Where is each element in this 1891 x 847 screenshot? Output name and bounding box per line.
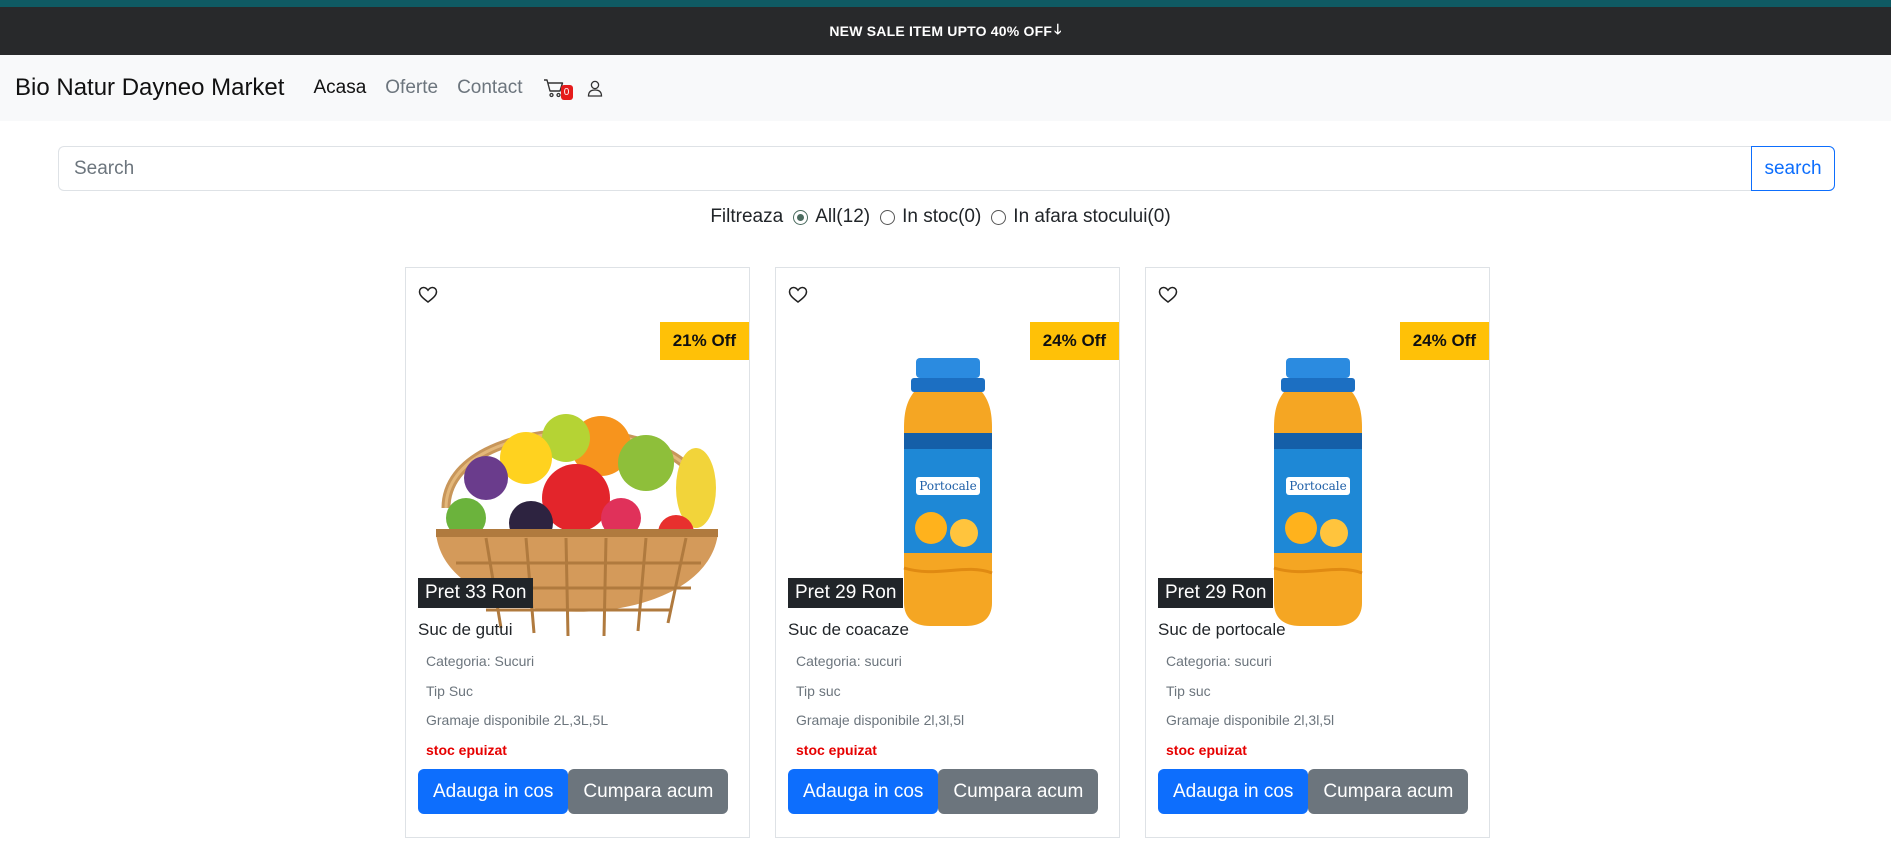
heart-icon[interactable] — [1158, 286, 1178, 309]
filter-option-label: In stoc(0) — [902, 206, 982, 227]
product-category: Categoria: sucuri — [1166, 653, 1272, 669]
product-name[interactable]: Suc de coacaze — [788, 620, 909, 640]
product-type: Tip suc — [1166, 683, 1211, 699]
card-actions: Adauga in cos Cumpara acum — [1158, 769, 1469, 814]
product-card: Portocale 24% Off Pret 29 Ron Suc de coa… — [775, 267, 1120, 838]
discount-badge: 24% Off — [1029, 322, 1119, 360]
card-actions: Adauga in cos Cumpara acum — [788, 769, 1099, 814]
cart-count-badge: 0 — [560, 85, 573, 100]
buy-now-button[interactable]: Cumpara acum — [568, 769, 729, 814]
search-button[interactable]: search — [1751, 146, 1835, 191]
product-category: Categoria: sucuri — [796, 653, 902, 669]
arrow-down-icon: 🡓 — [1054, 21, 1062, 37]
product-sizes: Gramaje disponibile 2l,3l,5l — [1166, 712, 1335, 728]
filter-label: Filtreaza — [710, 206, 784, 227]
card-actions: Adauga in cos Cumpara acum — [418, 769, 729, 814]
filter-option-out-of-stock[interactable]: In afara stocului(0) — [991, 206, 1171, 228]
bottle-label: Portocale — [919, 479, 976, 493]
stock-status: stoc epuizat — [796, 742, 877, 758]
top-accent-line — [0, 0, 1891, 7]
price-tag: Pret 29 Ron — [1158, 578, 1274, 608]
search-input[interactable] — [58, 146, 1751, 191]
bottle-label: Portocale — [1289, 479, 1346, 493]
product-card: 21% Off Pret 33 Ron Suc de gutui Categor… — [405, 267, 750, 838]
nav-link-contact[interactable]: Contact — [457, 77, 522, 99]
heart-icon[interactable] — [418, 286, 438, 309]
product-sizes: Gramaje disponibile 2l,3l,5l — [796, 712, 965, 728]
nav-link-acasa[interactable]: Acasa — [313, 77, 366, 99]
add-to-cart-button[interactable]: Adauga in cos — [788, 769, 939, 814]
product-card: Portocale 24% Off Pret 29 Ron Suc de por… — [1145, 267, 1490, 838]
filter-option-label: All(12) — [815, 206, 871, 227]
search-bar: search — [58, 146, 1835, 191]
filter-option-all[interactable]: All(12) — [793, 206, 870, 228]
user-account-button[interactable] — [587, 80, 603, 97]
product-sizes: Gramaje disponibile 2L,3L,5L — [426, 712, 609, 728]
discount-badge: 21% Off — [659, 322, 749, 360]
cart-button[interactable]: 0 — [543, 76, 573, 100]
brand-logo[interactable]: Bio Natur Dayneo Market — [15, 74, 284, 102]
filter-option-in-stock[interactable]: In stoc(0) — [880, 206, 981, 228]
discount-badge: 24% Off — [1399, 322, 1489, 360]
price-tag: Pret 33 Ron — [418, 578, 534, 608]
radio-in-stock[interactable] — [880, 209, 896, 225]
price-tag: Pret 29 Ron — [788, 578, 904, 608]
navbar: Bio Natur Dayneo Market Acasa Oferte Con… — [0, 55, 1891, 121]
add-to-cart-button[interactable]: Adauga in cos — [1158, 769, 1309, 814]
user-icon — [587, 80, 602, 97]
buy-now-button[interactable]: Cumpara acum — [1308, 769, 1469, 814]
product-type: Tip Suc — [426, 683, 473, 699]
product-name[interactable]: Suc de gutui — [418, 620, 513, 640]
radio-out-of-stock[interactable] — [991, 209, 1007, 225]
nav-link-oferte[interactable]: Oferte — [385, 77, 438, 99]
promo-banner: NEW SALE ITEM UPTO 40% OFF 🡓 — [0, 7, 1891, 55]
heart-icon[interactable] — [788, 286, 808, 309]
product-name[interactable]: Suc de portocale — [1158, 620, 1286, 640]
filter-option-label: In afara stocului(0) — [1013, 206, 1171, 227]
product-type: Tip suc — [796, 683, 841, 699]
stock-status: stoc epuizat — [426, 742, 507, 758]
add-to-cart-button[interactable]: Adauga in cos — [418, 769, 569, 814]
stock-filter: Filtreaza All(12) In stoc(0) In afara st… — [0, 206, 1891, 228]
radio-all[interactable] — [793, 209, 809, 225]
stock-status: stoc epuizat — [1166, 742, 1247, 758]
product-category: Categoria: Sucuri — [426, 653, 535, 669]
promo-text: NEW SALE ITEM UPTO 40% OFF — [829, 23, 1053, 39]
buy-now-button[interactable]: Cumpara acum — [938, 769, 1099, 814]
